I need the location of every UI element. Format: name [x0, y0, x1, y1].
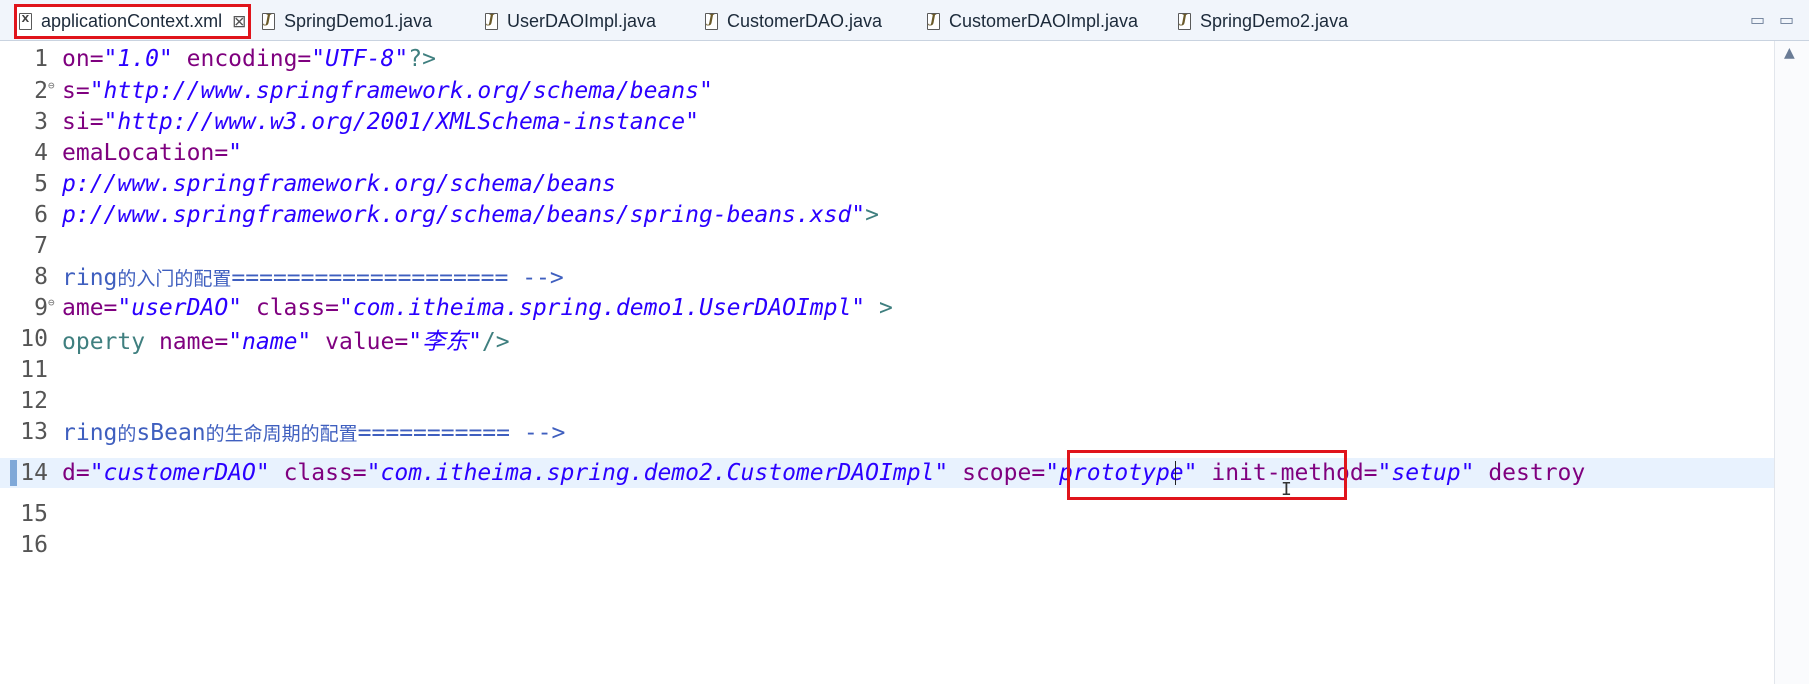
line-number: 5	[34, 171, 48, 197]
tab-label: applicationContext.xml	[41, 11, 223, 31]
code-text: p://www.springframework.org/schema/beans	[62, 171, 616, 197]
code-line-11: 11	[0, 355, 1775, 385]
tab-applicationcontext-xml[interactable]: applicationContext.xml ⊠	[14, 4, 251, 39]
java-file-icon	[485, 12, 498, 30]
code-line-12: 12	[0, 386, 1775, 416]
java-file-icon	[1178, 12, 1191, 30]
code-line-1: 1 on="1.0" encoding="UTF-8"?>	[0, 44, 1775, 74]
line-number: 12	[20, 388, 48, 414]
code-line-3: 3 si="http://www.w3.org/2001/XMLSchema-i…	[0, 107, 1775, 137]
line-number: 14	[20, 460, 48, 486]
fold-collapse-icon[interactable]: ⊖	[48, 79, 55, 92]
close-icon[interactable]: ⊠	[232, 12, 246, 32]
editor-tab-bar: applicationContext.xml ⊠ SpringDemo1.jav…	[0, 0, 1809, 41]
tab-label: SpringDemo2.java	[1200, 10, 1349, 31]
code-line-15: 15	[0, 499, 1775, 529]
line-number: 9	[34, 295, 48, 321]
tab-label: SpringDemo1.java	[284, 10, 433, 31]
code-comment: ring的sBean的生命周期的配置=========== -->	[62, 419, 566, 446]
code-line-13: 13 ring的sBean的生命周期的配置=========== -->	[0, 417, 1775, 447]
maximize-icon[interactable]: ▭	[1779, 10, 1794, 29]
code-text: si="http://www.w3.org/2001/XMLSchema-ins…	[62, 109, 699, 135]
java-file-icon	[262, 12, 275, 30]
code-text: on="1.0" encoding="UTF-8"?>	[62, 46, 436, 72]
java-file-icon	[705, 12, 718, 30]
line-number: 2	[34, 78, 48, 104]
code-text: operty name="name" value="李东"/>	[62, 329, 510, 355]
line-number: 7	[34, 233, 48, 259]
code-line-5: 5 p://www.springframework.org/schema/bea…	[0, 169, 1775, 199]
xml-file-icon	[19, 13, 32, 30]
tab-userdaoimpl-java[interactable]: UserDAOImpl.java	[485, 4, 656, 38]
java-file-icon	[927, 12, 940, 30]
code-text: emaLocation="	[62, 140, 243, 166]
xml-editor[interactable]: 1 on="1.0" encoding="UTF-8"?> 2 ⊖ s="htt…	[0, 41, 1775, 684]
tab-customerdaoimpl-java[interactable]: CustomerDAOImpl.java	[927, 4, 1138, 38]
code-line-10: 10 operty name="name" value="李东"/>	[0, 324, 1775, 355]
line-number: 10	[20, 326, 48, 352]
tab-label: UserDAOImpl.java	[507, 10, 657, 31]
code-line-6: 6 p://www.springframework.org/schema/bea…	[0, 200, 1775, 230]
fold-collapse-icon[interactable]: ⊖	[48, 296, 55, 309]
ibeam-cursor-icon: I	[1281, 479, 1292, 500]
code-line-16: 16	[0, 530, 1775, 560]
code-text: d="customerDAO" class="com.itheima.sprin…	[62, 460, 1586, 486]
tab-customerdao-java[interactable]: CustomerDAO.java	[705, 4, 882, 38]
line-number: 16	[20, 532, 48, 558]
tab-springdemo2-java[interactable]: SpringDemo2.java	[1178, 4, 1348, 38]
line-number: 3	[34, 109, 48, 135]
line-number: 15	[20, 501, 48, 527]
current-line-marker	[10, 460, 17, 486]
vertical-scrollbar[interactable]: ▲	[1774, 41, 1809, 684]
code-text: p://www.springframework.org/schema/beans…	[62, 202, 879, 228]
line-number: 4	[34, 140, 48, 166]
code-line-8: 8 ring的入门的配置==================== -->	[0, 262, 1775, 292]
code-text: ame="userDAO" class="com.itheima.spring.…	[62, 295, 893, 321]
text-cursor	[1175, 461, 1176, 485]
code-text: s="http://www.springframework.org/schema…	[62, 78, 713, 104]
tab-label: CustomerDAO.java	[727, 10, 883, 31]
line-number: 11	[20, 357, 48, 383]
code-line-2: 2 ⊖ s="http://www.springframework.org/sc…	[0, 76, 1775, 106]
minimize-icon[interactable]: ▭	[1750, 10, 1765, 29]
line-number: 13	[20, 419, 48, 445]
line-number: 1	[34, 46, 48, 72]
line-number: 6	[34, 202, 48, 228]
scope-highlight-box	[1067, 450, 1347, 500]
code-line-4: 4 emaLocation="	[0, 138, 1775, 168]
line-number: 8	[34, 264, 48, 290]
code-line-14-current: 14 d="customerDAO" class="com.itheima.sp…	[0, 458, 1775, 488]
code-line-7: 7	[0, 231, 1775, 261]
code-comment: ring的入门的配置==================== -->	[62, 264, 564, 291]
scroll-up-arrow-icon[interactable]: ▲	[1784, 45, 1795, 61]
code-line-9: 9 ⊖ ame="userDAO" class="com.itheima.spr…	[0, 293, 1775, 323]
tab-springdemo1-java[interactable]: SpringDemo1.java	[262, 4, 432, 38]
tab-label: CustomerDAOImpl.java	[949, 10, 1139, 31]
